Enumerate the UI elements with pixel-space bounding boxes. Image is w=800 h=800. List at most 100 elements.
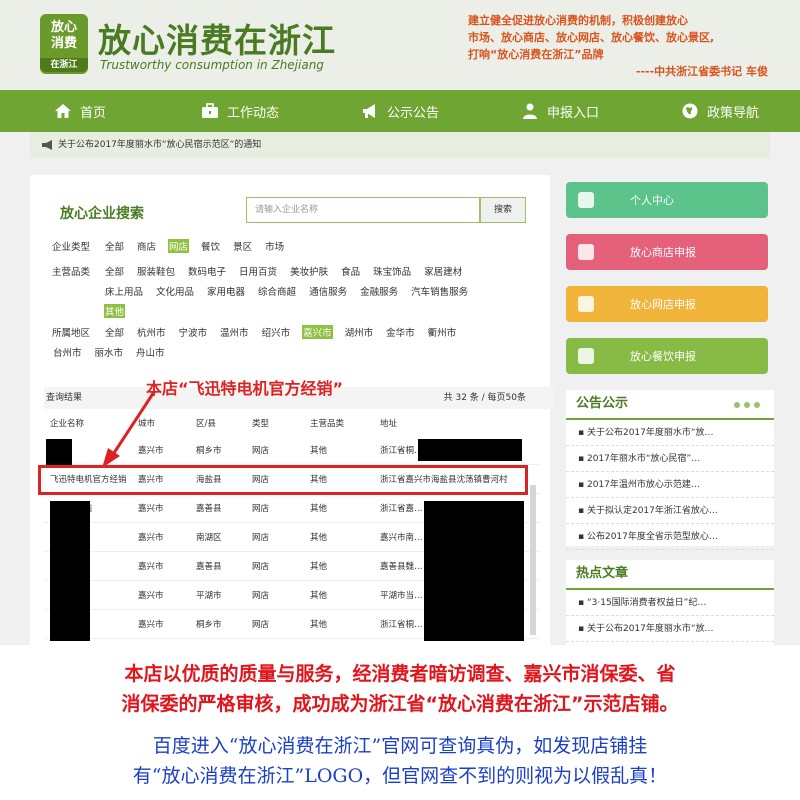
filter-option[interactable]: 数码电子 (187, 264, 227, 278)
redaction-mask (50, 501, 90, 641)
filter-option-active[interactable]: 其他 (104, 304, 126, 318)
list-item[interactable]: ▪ 关于公布2017年度丽水市“放… (566, 616, 774, 642)
store-apply-button[interactable]: 放心商店申报 (566, 234, 768, 270)
filter-option[interactable]: 美妆护肤 (289, 264, 329, 278)
cart-icon (566, 296, 606, 312)
table-cell: 网店 (252, 620, 270, 630)
filter-option[interactable]: 金融服务 (359, 284, 399, 298)
more-dots-icon[interactable] (734, 402, 760, 408)
table-cell: 网店 (252, 504, 270, 514)
filter-option[interactable]: 市场 (264, 239, 285, 253)
table-cell: 桐乡市 (196, 446, 222, 456)
list-item[interactable]: ▪ 公布2017年度全省示范型放心… (566, 524, 774, 550)
list-item[interactable]: ▪ 关于拟认定2017年浙江省放心… (566, 498, 774, 524)
redaction-mask (46, 439, 72, 465)
scrollbar[interactable] (530, 485, 536, 635)
bottom-statement: 本店以优质的质量与服务，经消费者暗访调查、嘉兴市消保委、省 消保委的严格审核，成… (0, 645, 800, 800)
side-button-label: 个人中心 (630, 194, 674, 207)
list-item[interactable]: ▪ 2017年温州市放心示范建… (566, 472, 774, 498)
filter-option[interactable]: 商店 (136, 239, 157, 253)
search-panel: 放心企业搜索 请输入企业名称 搜索 企业类型 全部 商店 网店 餐饮 景区 市场… (30, 175, 554, 645)
nav-item-apply[interactable]: 申报入口 (480, 90, 640, 132)
speaker-icon (42, 140, 52, 150)
filter-label: 主营品类 (52, 267, 91, 278)
table-cell: 其他 (310, 620, 328, 630)
logo-text-top: 放心 (50, 20, 77, 35)
nav-item-announce[interactable]: 公示公告 (320, 90, 480, 132)
table-cell: 网店 (252, 591, 270, 601)
filter-option[interactable]: 餐饮 (200, 239, 221, 253)
filter-spacer (52, 304, 104, 318)
search-button[interactable]: 搜索 (480, 197, 526, 223)
filter-option[interactable]: 宁波市 (178, 325, 209, 339)
list-item[interactable]: ▪ 2017年丽水市“放心民宿”… (566, 446, 774, 472)
filter-option[interactable]: 珠宝饰品 (372, 264, 412, 278)
filter-option[interactable]: 床上用品 (104, 284, 144, 298)
announcements-panel: 公告公示 ▪ 关于公布2017年度丽水市“放… ▪ 2017年丽水市“放心民宿”… (566, 390, 774, 550)
cutlery-icon (566, 348, 606, 364)
filter-option[interactable]: 通信服务 (308, 284, 348, 298)
list-item-text: “3·15国际消费者权益日”纪… (586, 598, 707, 608)
filter-option[interactable]: 台州市 (52, 345, 83, 359)
nav-item-home[interactable]: 首页 (0, 90, 160, 132)
filter-option[interactable]: 金华市 (385, 325, 416, 339)
filter-option[interactable]: 服装鞋包 (136, 264, 176, 278)
filter-option[interactable]: 家居建材 (423, 264, 463, 278)
filter-option[interactable]: 日用百货 (238, 264, 278, 278)
table-cell: 平湖市 (196, 591, 222, 601)
slogan: 建立健全促进放心消费的机制，积极创建放心 市场、放心商店、放心网店、放心餐饮、放… (468, 12, 768, 80)
column-header: 区/县 (196, 419, 216, 429)
slogan-signature: ----中共浙江省委书记 车俊 (635, 65, 768, 78)
filter-option[interactable]: 衢州市 (427, 325, 458, 339)
filter-option[interactable]: 汽车销售服务 (410, 284, 469, 298)
notice-bar[interactable]: 关于公布2017年度丽水市“放心民宿示范区”的通知 (30, 132, 770, 158)
filter-option[interactable]: 全部 (104, 264, 125, 278)
filter-option[interactable]: 丽水市 (94, 345, 125, 359)
filter-option[interactable]: 家用电器 (206, 284, 246, 298)
results-label: 查询结果 (46, 393, 83, 403)
list-item-text: 关于拟认定2017年浙江省放心… (586, 506, 718, 516)
site-logo[interactable]: 放心 消费 在浙江 (40, 14, 88, 74)
filter-option[interactable]: 景区 (232, 239, 253, 253)
search-title: 放心企业搜索 (60, 206, 144, 222)
hot-articles-panel: 热点文章 ▪ “3·15国际消费者权益日”纪… ▪ 关于公布2017年度丽水市“… (566, 560, 774, 645)
filter-option[interactable]: 湖州市 (344, 325, 375, 339)
side-button-label: 放心商店申报 (630, 246, 696, 259)
table-cell: 其他 (310, 446, 328, 456)
statement-line: 消保委的严格审核，成功成为浙江省“放心消费在浙江”示范店铺。 (121, 693, 679, 715)
nav-label: 首页 (79, 105, 106, 121)
list-item[interactable]: ▪ 关于公布2017年度丽水市“放… (566, 420, 774, 446)
logo-text-sub: 在浙江 (40, 58, 88, 72)
table-cell: 其他 (310, 562, 328, 572)
filter-option[interactable]: 文化用品 (155, 284, 195, 298)
side-button-label: 放心餐饮申报 (630, 350, 696, 363)
filter-category: 主营品类 全部 服装鞋包 数码电子 日用百货 美妆护肤 食品 珠宝饰品 家居建材… (52, 264, 522, 318)
table-cell: 嘉兴市 (138, 533, 164, 543)
filter-option[interactable]: 全部 (104, 325, 125, 339)
list-item-text: 公布2017年度全省示范型放心… (586, 532, 718, 542)
table-cell: 南湖区 (196, 533, 222, 543)
personal-center-button[interactable]: 个人中心 (566, 182, 768, 218)
restaurant-apply-button[interactable]: 放心餐饮申报 (566, 338, 768, 374)
table-cell: 嘉兴市 (138, 504, 164, 514)
results-count: 共 32 条 / 每页50条 (443, 393, 526, 403)
globe-icon (682, 103, 698, 119)
filter-option[interactable]: 绍兴市 (261, 325, 292, 339)
filter-option[interactable]: 食品 (340, 264, 361, 278)
filter-option[interactable]: 温州市 (219, 325, 250, 339)
filter-option[interactable]: 杭州市 (136, 325, 167, 339)
announcements-title: 公告公示 (566, 390, 774, 420)
filter-option[interactable]: 全部 (104, 239, 125, 253)
search-input[interactable]: 请输入企业名称 (246, 197, 480, 223)
filter-option[interactable]: 舟山市 (135, 345, 166, 359)
annotation-label: 本店“飞迅特电机官方经销” (146, 379, 344, 398)
filter-option[interactable]: 综合商超 (257, 284, 297, 298)
online-store-apply-button[interactable]: 放心网店申报 (566, 286, 768, 322)
nav-item-policy[interactable]: 政策导航 (640, 90, 800, 132)
table-cell: 其他 (310, 533, 328, 543)
user-card-icon (566, 192, 606, 208)
list-item[interactable]: ▪ “3·15国际消费者权益日”纪… (566, 590, 774, 616)
filter-option-active[interactable]: 嘉兴市 (302, 325, 333, 339)
nav-item-work[interactable]: 工作动态 (160, 90, 320, 132)
filter-option-active[interactable]: 网店 (168, 239, 190, 253)
